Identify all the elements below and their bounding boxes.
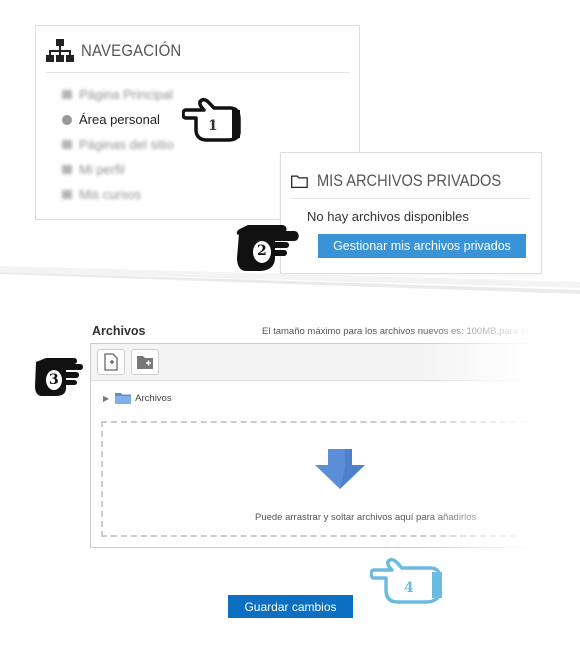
callout-number: 4 (404, 580, 414, 596)
save-changes-button[interactable]: Guardar cambios (228, 595, 353, 618)
navigation-header: NAVEGACIÓN (46, 39, 349, 73)
navigation-title: NAVEGACIÓN (81, 41, 182, 60)
nav-item-label: Mis cursos (79, 187, 142, 202)
file-manager-toolbar (91, 344, 580, 381)
expand-triangle-icon[interactable]: ▶ (103, 394, 109, 403)
nav-item-label: Páginas del sitio (79, 137, 174, 152)
drop-zone[interactable]: Puede arrastrar y soltar archivos aquí p… (101, 421, 580, 537)
nav-item-label: Página Principal (79, 87, 173, 102)
circle-icon (62, 114, 72, 125)
folder-name[interactable]: Archivos (135, 393, 171, 404)
callout-number: 1 (208, 118, 218, 134)
max-size-text: El tamaño máximo para los archivos nuevo… (262, 326, 562, 337)
pointing-hand-icon: 3 (32, 352, 86, 398)
torn-paper-divider (0, 266, 580, 310)
folder-icon (62, 165, 72, 174)
file-manager: ▶ Archivos Puede arrastrar y soltar arch… (90, 343, 580, 548)
private-files-title: MIS ARCHIVOS PRIVADOS (316, 170, 502, 190)
folder-icon (291, 174, 308, 188)
folder-icon (115, 393, 132, 404)
home-icon (62, 90, 72, 99)
add-file-button[interactable] (97, 349, 125, 375)
sitemap-icon (46, 39, 74, 62)
private-files-block: MIS ARCHIVOS PRIVADOS No hay archivos di… (280, 152, 542, 274)
callout-number: 3 (49, 372, 59, 388)
no-files-text: No hay archivos disponibles (307, 209, 469, 224)
folder-path: ▶ Archivos (103, 392, 172, 404)
download-arrow-icon (315, 449, 365, 489)
private-files-header: MIS ARCHIVOS PRIVADOS (291, 163, 531, 199)
files-label: Archivos (92, 324, 146, 338)
add-folder-icon (137, 356, 153, 369)
callout-number: 2 (257, 243, 267, 259)
nav-item-label: Área personal (79, 112, 160, 127)
pointing-hand-icon: 4 (370, 556, 446, 606)
add-file-icon (104, 353, 118, 371)
folder-icon (62, 190, 72, 199)
drop-zone-text: Puede arrastrar y soltar archivos aquí p… (255, 512, 477, 523)
pointing-hand-icon: 1 (182, 96, 242, 146)
view-icons-button[interactable] (537, 352, 559, 374)
manage-private-files-button[interactable]: Gestionar mis archivos privados (318, 234, 526, 258)
add-folder-button[interactable] (131, 349, 159, 375)
folder-icon (62, 140, 72, 149)
nav-item-label: Mi perfil (79, 162, 125, 177)
